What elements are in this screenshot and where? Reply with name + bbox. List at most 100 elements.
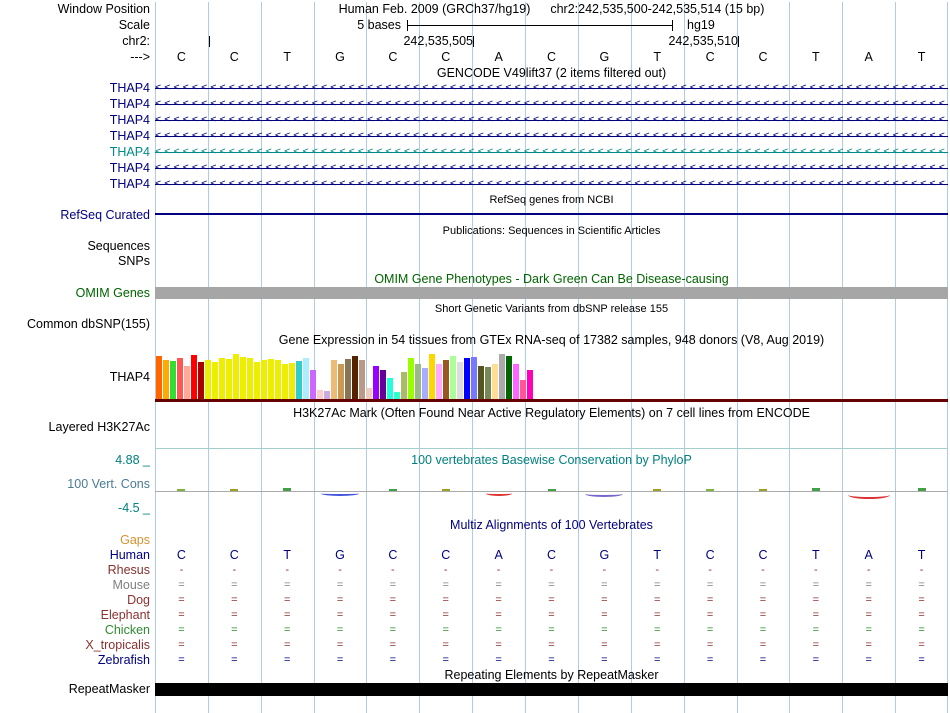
track-label-gencode-gene[interactable]: THAP4 xyxy=(110,113,150,127)
conservation-mark[interactable] xyxy=(585,491,624,497)
track-label-gencode-gene[interactable]: THAP4 xyxy=(110,97,150,111)
gtex-tissue-bar[interactable] xyxy=(415,364,421,400)
gtex-tissue-bar[interactable] xyxy=(226,359,232,400)
track-label-gencode-gene[interactable]: THAP4 xyxy=(110,145,150,159)
gencode-gene-row[interactable]: <<<<<<<<<<<<<<<<<<<<<<<<<<<<<<<<<<<<<<<<… xyxy=(155,96,948,112)
gtex-tissue-bar[interactable] xyxy=(429,354,435,400)
gtex-tissue-bar[interactable] xyxy=(177,358,183,400)
gtex-tissue-bar[interactable] xyxy=(205,360,211,400)
conservation-mark[interactable] xyxy=(847,491,890,499)
multiz-row-zebrafish[interactable]: = = = = = = = = = = = = = = = xyxy=(155,653,948,668)
track-label-gencode-gene[interactable]: THAP4 xyxy=(110,161,150,175)
species-label-x_tropicalis[interactable]: X_tropicalis xyxy=(85,638,150,652)
gtex-tissue-bar[interactable] xyxy=(198,362,204,400)
multiz-row-chicken[interactable]: = = = = = = = = = = = = = = = xyxy=(155,623,948,638)
species-label-human[interactable]: Human xyxy=(110,548,150,562)
gtex-tissue-bar[interactable] xyxy=(282,364,288,400)
conservation-mark[interactable] xyxy=(706,489,715,491)
gtex-tissue-bar[interactable] xyxy=(408,358,414,400)
gtex-tissue-bar[interactable] xyxy=(506,356,512,400)
gencode-track-title[interactable]: GENCODE V49lift37 (2 items filtered out) xyxy=(155,66,948,80)
gtex-tissue-bar[interactable] xyxy=(457,362,463,400)
gtex-tissue-bar[interactable] xyxy=(261,360,267,400)
species-label-elephant[interactable]: Elephant xyxy=(101,608,150,622)
gtex-tissue-bar[interactable] xyxy=(387,378,393,400)
multiz-track-title[interactable]: Multiz Alignments of 100 Vertebrates xyxy=(155,518,948,532)
conservation-mark[interactable] xyxy=(653,489,662,491)
refseq-track-title[interactable]: RefSeq genes from NCBI xyxy=(155,193,948,207)
conservation-mark[interactable] xyxy=(283,488,292,491)
gencode-gene-row[interactable]: <<<<<<<<<<<<<<<<<<<<<<<<<<<<<<<<<<<<<<<<… xyxy=(155,176,948,192)
gtex-tissue-bar[interactable] xyxy=(254,362,260,400)
gtex-tissue-bar[interactable] xyxy=(289,363,295,400)
gtex-gene-model-line[interactable] xyxy=(155,399,948,402)
track-label-gencode-gene[interactable]: THAP4 xyxy=(110,81,150,95)
gtex-tissue-bar[interactable] xyxy=(156,356,162,400)
multiz-row-mouse[interactable]: = = = = = = = = = = = = = = = xyxy=(155,578,948,593)
track-label-refseq[interactable]: RefSeq Curated xyxy=(60,208,150,222)
gtex-tissue-bar[interactable] xyxy=(520,380,526,400)
h3k27ac-track-title[interactable]: H3K27Ac Mark (Often Found Near Active Re… xyxy=(155,406,948,420)
repeatmasker-track-title[interactable]: Repeating Elements by RepeatMasker xyxy=(155,668,948,682)
conservation-mark[interactable] xyxy=(758,489,767,491)
gtex-tissue-bar[interactable] xyxy=(233,354,239,400)
species-label-dog[interactable]: Dog xyxy=(127,593,150,607)
gtex-tissue-bar[interactable] xyxy=(485,367,491,400)
conservation-mark[interactable] xyxy=(485,491,512,496)
gtex-tissue-bar[interactable] xyxy=(345,359,351,400)
gtex-tissue-bar[interactable] xyxy=(359,360,365,400)
species-label-gaps[interactable]: Gaps xyxy=(120,533,150,547)
gtex-tissue-bar[interactable] xyxy=(373,366,379,400)
gtex-tissue-bar[interactable] xyxy=(436,364,442,400)
gencode-gene-row[interactable]: <<<<<<<<<<<<<<<<<<<<<<<<<<<<<<<<<<<<<<<<… xyxy=(155,112,948,128)
conservation-track-title[interactable]: 100 vertebrates Basewise Conservation by… xyxy=(155,453,948,467)
gtex-tissue-bar[interactable] xyxy=(310,370,316,400)
gtex-tissue-bar[interactable] xyxy=(352,356,358,400)
gtex-tissue-bar[interactable] xyxy=(296,361,302,400)
multiz-row-dog[interactable]: = = = = = = = = = = = = = = = xyxy=(155,593,948,608)
gtex-tissue-bar[interactable] xyxy=(527,370,533,400)
track-label-gencode-gene[interactable]: THAP4 xyxy=(110,177,150,191)
gtex-tissue-bar[interactable] xyxy=(268,359,274,400)
track-label-repeatmasker[interactable]: RepeatMasker xyxy=(69,682,150,696)
gtex-tissue-bar[interactable] xyxy=(471,357,477,400)
species-label-mouse[interactable]: Mouse xyxy=(112,578,150,592)
multiz-row-elephant[interactable]: = = = = = = = = = = = = = = = xyxy=(155,608,948,623)
track-label-omim[interactable]: OMIM Genes xyxy=(76,286,150,300)
gencode-gene-row[interactable]: <<<<<<<<<<<<<<<<<<<<<<<<<<<<<<<<<<<<<<<<… xyxy=(155,160,948,176)
gtex-expression-barchart[interactable] xyxy=(155,349,948,400)
gencode-gene-row[interactable]: <<<<<<<<<<<<<<<<<<<<<<<<<<<<<<<<<<<<<<<<… xyxy=(155,128,948,144)
conservation-mark[interactable] xyxy=(388,489,397,491)
gtex-tissue-bar[interactable] xyxy=(212,362,218,400)
gencode-gene-row[interactable]: <<<<<<<<<<<<<<<<<<<<<<<<<<<<<<<<<<<<<<<<… xyxy=(155,80,948,96)
track-label-sequences[interactable]: Sequences xyxy=(87,239,150,253)
track-label-snps[interactable]: SNPs xyxy=(118,254,150,268)
gtex-tissue-bar[interactable] xyxy=(240,357,246,400)
gtex-tissue-bar[interactable] xyxy=(275,360,281,400)
gencode-gene-row[interactable]: <<<<<<<<<<<<<<<<<<<<<<<<<<<<<<<<<<<<<<<<… xyxy=(155,144,948,160)
dbsnp-track-title[interactable]: Short Genetic Variants from dbSNP releas… xyxy=(155,302,948,316)
multiz-row-x_tropicalis[interactable]: = = = = = = = = = = = = = = = xyxy=(155,638,948,653)
gtex-tissue-bar[interactable] xyxy=(163,360,169,400)
gtex-tissue-bar[interactable] xyxy=(380,370,386,400)
gtex-tissue-bar[interactable] xyxy=(443,360,449,400)
publications-track-title[interactable]: Publications: Sequences in Scientific Ar… xyxy=(155,224,948,238)
conservation-mark[interactable] xyxy=(811,488,820,491)
track-label-h3k27ac[interactable]: Layered H3K27Ac xyxy=(49,420,150,434)
multiz-row-rhesus[interactable]: --------------- xyxy=(155,563,948,578)
gtex-tissue-bar[interactable] xyxy=(184,366,190,400)
conservation-mark[interactable] xyxy=(441,489,450,491)
gtex-track-title[interactable]: Gene Expression in 54 tissues from GTEx … xyxy=(155,333,948,347)
gtex-tissue-bar[interactable] xyxy=(478,366,484,400)
gtex-tissue-bar[interactable] xyxy=(170,361,176,400)
gtex-tissue-bar[interactable] xyxy=(303,358,309,400)
gtex-tissue-bar[interactable] xyxy=(513,364,519,400)
gtex-tissue-bar[interactable] xyxy=(492,364,498,400)
gtex-tissue-bar[interactable] xyxy=(338,364,344,400)
gtex-tissue-bar[interactable] xyxy=(450,356,456,400)
track-label-conservation[interactable]: 100 Vert. Cons xyxy=(67,477,150,491)
track-label-gencode-gene[interactable]: THAP4 xyxy=(110,129,150,143)
omim-track-title[interactable]: OMIM Gene Phenotypes - Dark Green Can Be… xyxy=(155,272,948,286)
species-label-zebrafish[interactable]: Zebrafish xyxy=(98,653,150,667)
species-label-rhesus[interactable]: Rhesus xyxy=(108,563,150,577)
